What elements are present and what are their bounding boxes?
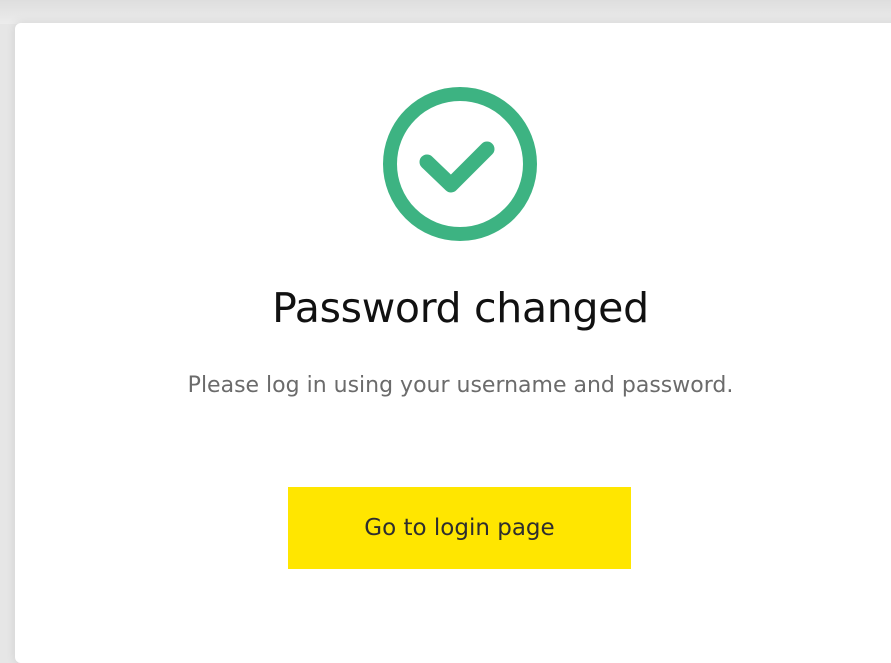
circle-ring — [383, 87, 537, 241]
check-circle-svg — [383, 87, 537, 241]
check-circle-icon — [383, 87, 537, 241]
top-shade — [0, 0, 891, 24]
checkmark — [419, 141, 495, 193]
go-to-login-button[interactable]: Go to login page — [288, 487, 631, 569]
instruction-message: Please log in using your username and pa… — [187, 373, 734, 398]
page-title: Password changed — [272, 284, 649, 332]
